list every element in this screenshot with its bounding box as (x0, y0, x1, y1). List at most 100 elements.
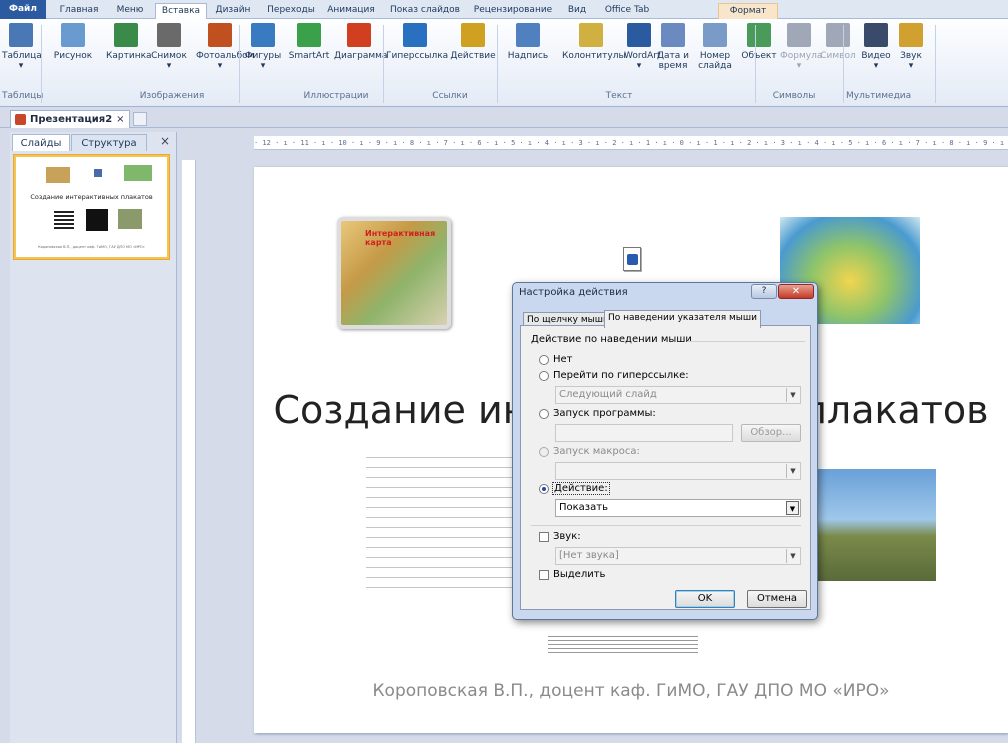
tab-4[interactable]: Дизайн (208, 3, 258, 19)
ribbon-button-9[interactable]: Действие (448, 23, 498, 61)
ribbon-label-7: Диаграмма (334, 51, 388, 61)
action-select[interactable]: Показать ▼ (555, 499, 801, 517)
radio-hyperlink[interactable] (539, 370, 549, 381)
ribbon-label-1: Рисунок (53, 51, 93, 61)
browse-button: Обзор... (741, 424, 801, 442)
tab-8[interactable]: Рецензирование (468, 3, 558, 19)
ribbon-label-13: Дата и время (656, 51, 689, 71)
option-none-label: Нет (553, 354, 573, 365)
ribbon-button-11[interactable]: Колонтитулы (562, 23, 626, 61)
ribbon-button-16[interactable]: Формула ▾ (780, 23, 822, 71)
ribbon-button-7[interactable]: Диаграмма (334, 23, 388, 61)
ribbon-icon-5 (251, 23, 275, 47)
help-button[interactable]: ? (751, 284, 777, 299)
tab-5[interactable]: Переходы (262, 3, 320, 19)
map-caption: Интерактивная карта (365, 229, 436, 247)
ribbon-icon-1 (61, 23, 85, 47)
close-panel-icon[interactable]: × (160, 134, 170, 148)
close-dialog-button[interactable]: ✕ (778, 284, 814, 299)
document-tab[interactable]: Презентация2 × (10, 110, 130, 128)
checkbox-sound[interactable] (539, 531, 549, 542)
ribbon-group-6: Мультимедиа (846, 91, 912, 101)
ribbon-icon-4 (208, 23, 232, 47)
chevron-down-icon[interactable]: ▼ (786, 501, 799, 515)
ribbon-label-17: Символ (820, 51, 856, 61)
ribbon-button-18[interactable]: Видео ▾ (858, 23, 894, 71)
group-separator (497, 25, 498, 103)
church-photo[interactable] (814, 469, 936, 581)
thumb-title: Создание интерактивных плакатов (30, 193, 153, 201)
option-sound[interactable]: Звук: (539, 531, 581, 542)
thumb-icon (94, 169, 102, 177)
tab-1[interactable]: Главная (54, 3, 104, 19)
radio-program[interactable] (539, 408, 549, 419)
powerpoint-doc-icon (15, 114, 26, 125)
radio-none[interactable] (539, 354, 549, 365)
tab-2[interactable]: Меню (110, 3, 150, 19)
thumb-kids-map (124, 165, 152, 181)
new-tab-icon[interactable] (133, 112, 147, 126)
sound-file-icon[interactable] (623, 247, 641, 271)
ribbon-button-4[interactable]: Фотоальбом ▾ (196, 23, 254, 71)
tab-9[interactable]: Вид (562, 3, 592, 19)
ribbon-label-15: Объект (741, 51, 777, 61)
tab-0[interactable]: Файл (0, 0, 46, 19)
tab-slides[interactable]: Слайды (12, 134, 70, 151)
radio-action[interactable] (539, 483, 549, 494)
option-program[interactable]: Запуск программы: (539, 408, 656, 419)
ribbon-label-8: Гиперссылка (386, 51, 449, 61)
ribbon-label-9: Действие (450, 51, 496, 61)
ribbon-icon-11 (579, 23, 603, 47)
ribbon-button-12[interactable]: WordArt ▾ (624, 23, 661, 71)
dialog-body: Действие по наведении мыши Нет Перейти п… (520, 325, 811, 610)
ribbon-icon-12 (627, 23, 651, 47)
ribbon-button-2[interactable]: Картинка (106, 23, 152, 61)
tab-3[interactable]: Вставка (155, 3, 207, 20)
cancel-button[interactable]: Отмена (747, 590, 807, 608)
option-hyperlink-label: Перейти по гиперссылке: (553, 370, 689, 381)
option-sound-label: Звук: (553, 531, 581, 542)
checkbox-highlight[interactable] (539, 569, 549, 580)
group-separator (935, 25, 936, 103)
ribbon-button-19[interactable]: Звук ▾ (896, 23, 926, 71)
chevron-down-icon: ▼ (786, 388, 799, 402)
vertical-ruler (182, 160, 196, 743)
option-macro-label: Запуск макроса: (553, 446, 640, 457)
ribbon-button-14[interactable]: Номер слайда (694, 23, 736, 71)
ribbon-button-1[interactable]: Рисунок (44, 23, 102, 61)
ribbon-label-19: Звук (900, 51, 922, 61)
russia-map-image[interactable]: Интерактивная карта (337, 217, 451, 329)
ribbon-label-10: Надпись (507, 51, 549, 61)
tab-10[interactable]: Office Tab (600, 3, 654, 19)
tab-7[interactable]: Показ слайдов (385, 3, 465, 19)
ribbon-button-17[interactable]: Символ (818, 23, 858, 61)
slide-subtitle[interactable]: Короповская В.П., доцент каф. ГиМО, ГАУ … (254, 681, 1008, 701)
ribbon-button-8[interactable]: Гиперссылка (386, 23, 449, 61)
option-none[interactable]: Нет (539, 354, 573, 365)
slide-thumbnail[interactable]: Создание интерактивных плакатов Короповс… (14, 155, 169, 259)
ribbon-dropdown-16: ▾ (796, 61, 802, 71)
ribbon-icon-17 (826, 23, 850, 47)
ribbon-button-3[interactable]: Снимок ▾ (146, 23, 192, 71)
ribbon-button-0[interactable]: Таблица ▾ (2, 23, 42, 71)
option-highlight[interactable]: Выделить (539, 569, 605, 580)
tab-11[interactable]: Формат (718, 3, 778, 19)
group-separator (843, 25, 844, 103)
document-scan-image[interactable] (366, 451, 516, 597)
ribbon-label-2: Картинка (106, 51, 152, 61)
option-action[interactable]: Действие: (539, 482, 610, 495)
ribbon-button-5[interactable]: Фигуры ▾ (242, 23, 284, 71)
tab-mouse-over[interactable]: По наведении указателя мыши (604, 310, 761, 328)
ribbon-button-6[interactable]: SmartArt (286, 23, 332, 61)
document-tab-strip (0, 108, 1008, 128)
tab-6[interactable]: Анимация (323, 3, 379, 19)
tab-outline[interactable]: Структура (71, 134, 147, 151)
close-tab-icon[interactable]: × (116, 114, 124, 125)
ribbon-label-5: Фигуры (244, 51, 282, 61)
ok-button[interactable]: OK (675, 590, 735, 608)
ribbon-button-13[interactable]: Дата и время (654, 23, 692, 71)
ribbon-button-15[interactable]: Объект (738, 23, 780, 61)
ribbon-button-10[interactable]: Надпись (500, 23, 556, 61)
action-value: Показать (559, 502, 608, 513)
option-hyperlink[interactable]: Перейти по гиперссылке: (539, 370, 689, 381)
